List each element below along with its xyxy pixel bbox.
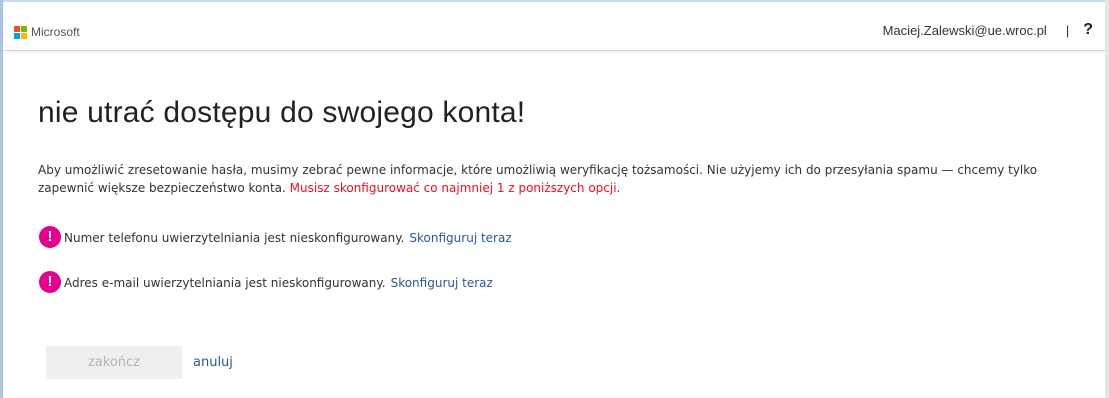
exclamation-icon: ! (39, 226, 61, 248)
header-separator: | (1065, 22, 1070, 38)
cancel-link[interactable]: anuluj (193, 355, 233, 370)
brand-name: Microsoft (31, 25, 80, 39)
auth-email-item: ! Adres e-mail uwierzytelniania jest nie… (39, 271, 493, 294)
logo-square-green (21, 25, 27, 32)
auth-phone-item: ! Numer telefonu uwierzytelniania jest n… (39, 226, 512, 249)
intro-text: Aby umożliwić zresetowanie hasła, musimy… (38, 161, 1078, 197)
configure-email-link[interactable]: Skonfiguruj teraz (391, 276, 493, 290)
top-bar: Microsoft Maciej.Zalewski@ue.wroc.pl | ? (3, 2, 1105, 51)
logo-square-yellow (21, 32, 27, 39)
logo-square-red (14, 25, 20, 32)
help-button[interactable]: ? (1083, 21, 1093, 39)
intro-required-note: Musisz skonfigurować co najmniej 1 z pon… (289, 181, 621, 195)
finish-button[interactable]: zakończ (46, 346, 182, 379)
logo-square-blue (14, 32, 20, 39)
user-email[interactable]: Maciej.Zalewski@ue.wroc.pl (883, 23, 1047, 38)
user-area: Maciej.Zalewski@ue.wroc.pl | ? (883, 21, 1093, 39)
auth-phone-status: Numer telefonu uwierzytelniania jest nie… (64, 231, 405, 245)
exclamation-icon: ! (39, 271, 61, 293)
page-title: nie utrać dostępu do swojego konta! (38, 96, 526, 129)
microsoft-brand: Microsoft (14, 25, 80, 39)
configure-phone-link[interactable]: Skonfiguruj teraz (409, 231, 511, 245)
window-frame-left (0, 0, 3, 398)
window-frame-right (1105, 0, 1109, 398)
auth-email-status: Adres e-mail uwierzytelniania jest niesk… (64, 276, 386, 290)
microsoft-logo-icon (14, 25, 27, 39)
